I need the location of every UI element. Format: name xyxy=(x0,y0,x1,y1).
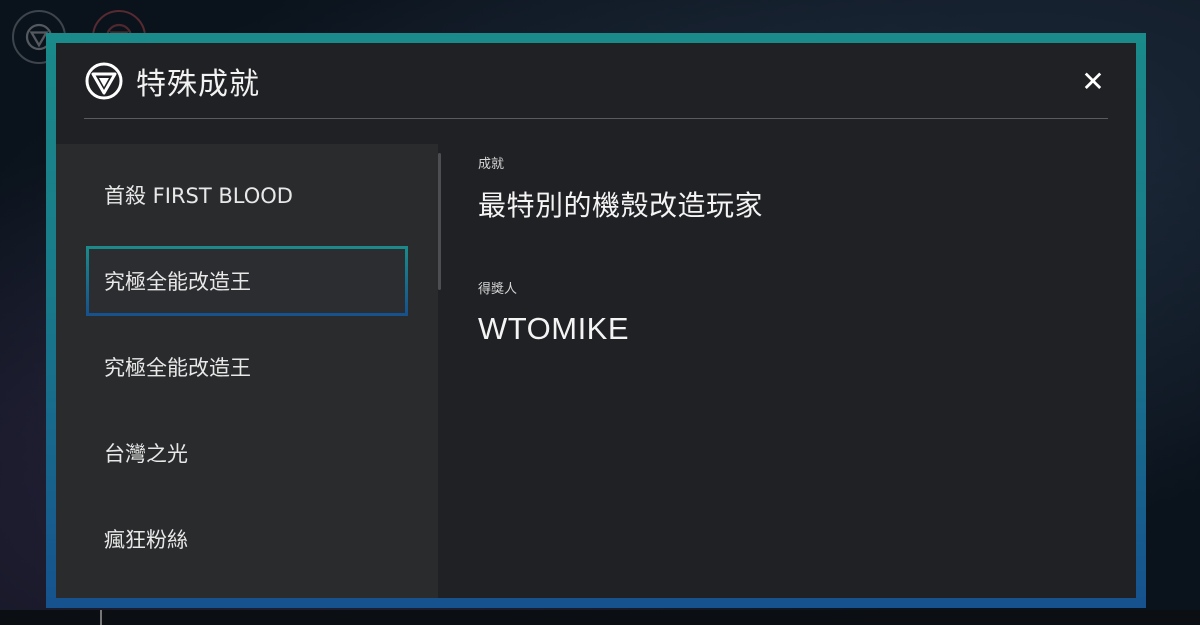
list-item[interactable]: 瘋狂粉絲 xyxy=(86,504,408,574)
winner-label: 得獎人 xyxy=(478,282,518,297)
close-icon[interactable]: ✕ xyxy=(1078,67,1108,97)
brand-logo-icon xyxy=(84,61,124,101)
list-item[interactable]: 台灣之光 xyxy=(86,418,408,488)
achievement-group: 成就 最特別的機殼改造玩家 xyxy=(478,153,1106,224)
modal-header: 特殊成就 ✕ xyxy=(84,43,1108,119)
achievement-modal: 特殊成就 ✕ 首殺 FIRST BLOOD 究極全能改造王 究極全能改造王 台灣… xyxy=(56,43,1136,598)
winner-group: 得獎人 WTOMIKE xyxy=(478,278,1106,347)
achievement-value: 最特別的機殼改造玩家 xyxy=(478,189,764,222)
modal-title: 特殊成就 xyxy=(136,66,260,102)
background-divider xyxy=(100,610,102,625)
list-item-first-blood[interactable]: 首殺 FIRST BLOOD xyxy=(86,160,408,230)
background-bottom-bar xyxy=(0,610,1200,625)
achievement-label: 成就 xyxy=(478,157,505,172)
achievement-list[interactable]: 首殺 FIRST BLOOD 究極全能改造王 究極全能改造王 台灣之光 瘋狂粉絲 xyxy=(56,144,438,598)
list-item[interactable]: 究極全能改造王 xyxy=(86,332,408,402)
list-item-selected[interactable]: 究極全能改造王 xyxy=(86,246,408,316)
achievement-modal-frame: 特殊成就 ✕ 首殺 FIRST BLOOD 究極全能改造王 究極全能改造王 台灣… xyxy=(46,33,1146,608)
list-scrollbar[interactable] xyxy=(438,153,441,290)
winner-value: WTOMIKE xyxy=(478,311,630,346)
achievement-detail: 成就 最特別的機殼改造玩家 得獎人 WTOMIKE xyxy=(478,153,1106,347)
